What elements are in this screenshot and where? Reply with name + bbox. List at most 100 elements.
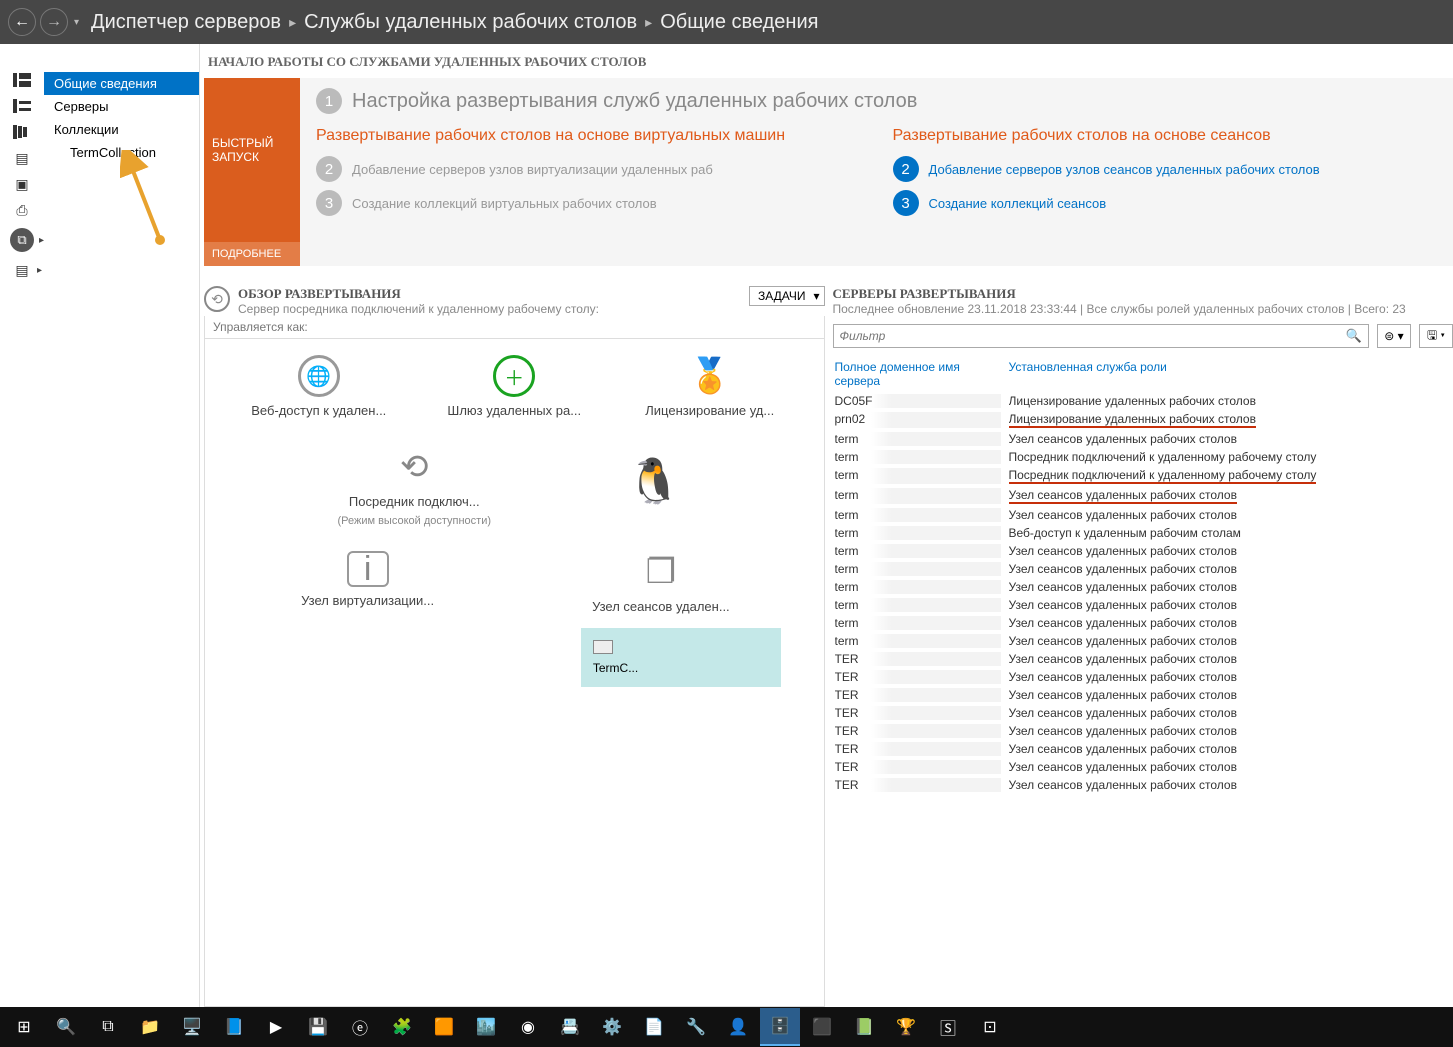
view-options-dropdown[interactable]: ⊜ ▾ — [1377, 324, 1411, 348]
taskbar-app-1[interactable]: 🖥️ — [172, 1008, 212, 1046]
table-row[interactable]: TERУзел сеансов удаленных рабочих столов — [833, 686, 1453, 704]
table-row[interactable]: DC05FЛицензирование удаленных рабочих ст… — [833, 392, 1453, 410]
role-icon-1[interactable]: ▤ — [12, 150, 32, 166]
nav-termcollection[interactable]: TermCollection — [44, 141, 199, 164]
crumb-app[interactable]: Диспетчер серверов — [91, 11, 281, 34]
crumb-page[interactable]: Общие сведения — [660, 11, 818, 34]
breadcrumb[interactable]: Диспетчер серверов ▸ Службы удаленных ра… — [91, 11, 818, 34]
taskbar-app-11[interactable]: 👤 — [718, 1008, 758, 1046]
refresh-icon[interactable]: ⟲ — [204, 286, 230, 312]
step-3b[interactable]: Создание коллекций сеансов — [929, 196, 1107, 211]
collection-box[interactable]: TermC... — [581, 628, 781, 687]
node-licensing[interactable]: 🏅Лицензирование уд... — [630, 355, 790, 418]
rds-role-icon[interactable]: ⧉ — [10, 228, 34, 252]
taskbar-app-16[interactable]: ⊡ — [970, 1008, 1010, 1046]
nav-overview[interactable]: Общие сведения — [44, 72, 199, 95]
taskbar-app-4[interactable]: 🧩 — [382, 1008, 422, 1046]
powershell-icon[interactable]: ▶ — [256, 1008, 296, 1046]
forward-button[interactable]: → — [40, 8, 68, 36]
tile-more[interactable]: ПОДРОБНЕЕ — [204, 242, 300, 266]
quickstart-tile[interactable]: БЫСТРЫЙ ЗАПУСК ПОДРОБНЕЕ — [204, 78, 300, 266]
node-session-host[interactable]: ❐Узел сеансов удален... TermC... — [581, 551, 741, 687]
plus-icon: ＋ — [493, 355, 535, 397]
table-row[interactable]: TERУзел сеансов удаленных рабочих столов — [833, 704, 1453, 722]
taskbar-app-3[interactable]: 💾 — [298, 1008, 338, 1046]
nav-collections[interactable]: Коллекции — [44, 118, 199, 141]
cell-server: TER — [835, 760, 1001, 774]
task-view-button[interactable]: ⧉ — [88, 1008, 128, 1046]
table-row[interactable]: termПосредник подключений к удаленному р… — [833, 448, 1453, 466]
filter-input-wrap[interactable]: 🔍 — [833, 324, 1370, 348]
table-row[interactable]: termУзел сеансов удаленных рабочих столо… — [833, 486, 1453, 506]
table-row[interactable]: termВеб-доступ к удаленным рабочим стола… — [833, 524, 1453, 542]
step-2a[interactable]: Добавление серверов узлов виртуализации … — [352, 162, 713, 177]
table-row[interactable]: termУзел сеансов удаленных рабочих столо… — [833, 578, 1453, 596]
table-row[interactable]: TERУзел сеансов удаленных рабочих столов — [833, 722, 1453, 740]
table-row[interactable]: TERУзел сеансов удаленных рабочих столов — [833, 776, 1453, 794]
table-row[interactable]: termУзел сеансов удаленных рабочих столо… — [833, 596, 1453, 614]
taskbar-app-12[interactable]: ⬛ — [802, 1008, 842, 1046]
taskbar-app-5[interactable]: 🟧 — [424, 1008, 464, 1046]
chrome-icon[interactable]: ◉ — [508, 1008, 548, 1046]
step-2b[interactable]: Добавление серверов узлов сеансов удален… — [929, 162, 1320, 177]
search-button[interactable]: 🔍 — [46, 1008, 86, 1046]
node-gateway[interactable]: ＋Шлюз удаленных ра... — [434, 355, 594, 418]
filter-input[interactable] — [834, 325, 1340, 347]
server-manager-icon[interactable]: 🗄️ — [760, 1008, 800, 1046]
table-row[interactable]: TERУзел сеансов удаленных рабочих столов — [833, 740, 1453, 758]
table-row[interactable]: termУзел сеансов удаленных рабочих столо… — [833, 430, 1453, 448]
taskbar[interactable]: ⊞ 🔍 ⧉ 📁 🖥️ 📘 ▶ 💾 ⓔ 🧩 🟧 🏙️ ◉ 📇 ⚙️ 📄 🔧 👤 🗄… — [0, 1007, 1453, 1047]
table-row[interactable]: termУзел сеансов удаленных рабочих столо… — [833, 506, 1453, 524]
node-virt-host[interactable]: iУзел виртуализации... — [288, 551, 448, 687]
tasks-dropdown[interactable]: ЗАДАЧИ — [749, 286, 824, 306]
nav-servers[interactable]: Серверы — [44, 95, 199, 118]
vm-deploy-title[interactable]: Развертывание рабочих столов на основе в… — [316, 126, 861, 146]
taskbar-app-6[interactable]: 🏙️ — [466, 1008, 506, 1046]
servers-sub: Последнее обновление 23.11.2018 23:33:44… — [833, 302, 1453, 316]
cell-role: Узел сеансов удаленных рабочих столов — [1009, 580, 1452, 594]
table-row[interactable]: termПосредник подключений к удаленному р… — [833, 466, 1453, 486]
table-row[interactable]: termУзел сеансов удаленных рабочих столо… — [833, 632, 1453, 650]
save-options-dropdown[interactable]: 🖫 ▾ — [1419, 324, 1453, 348]
taskbar-app-8[interactable]: ⚙️ — [592, 1008, 632, 1046]
node-broker[interactable]: ⟲Посредник подключ...(Режим высокой дост… — [334, 446, 494, 527]
taskbar-app-9[interactable]: 📄 — [634, 1008, 674, 1046]
start-button[interactable]: ⊞ — [4, 1008, 44, 1046]
session-deploy-title[interactable]: Развертывание рабочих столов на основе с… — [893, 126, 1438, 146]
cell-role: Узел сеансов удаленных рабочих столов — [1009, 562, 1452, 576]
taskbar-app-2[interactable]: 📘 — [214, 1008, 254, 1046]
cell-server: prn02 — [835, 412, 1001, 428]
table-row[interactable]: termУзел сеансов удаленных рабочих столо… — [833, 614, 1453, 632]
table-row[interactable]: TERУзел сеансов удаленных рабочих столов — [833, 668, 1453, 686]
taskbar-app-14[interactable]: 🏆 — [886, 1008, 926, 1046]
all-servers-icon[interactable] — [12, 124, 32, 140]
explorer-icon[interactable]: 📁 — [130, 1008, 170, 1046]
dashboard-icon[interactable] — [12, 72, 32, 88]
crumb-role[interactable]: Службы удаленных рабочих столов — [304, 11, 637, 34]
local-server-icon[interactable] — [12, 98, 32, 114]
back-button[interactable]: ← — [8, 8, 36, 36]
history-dropdown[interactable]: ▾ — [74, 17, 79, 28]
table-row[interactable]: TERУзел сеансов удаленных рабочих столов — [833, 650, 1453, 668]
printer-icon[interactable]: ⎙ — [12, 202, 32, 218]
ie-icon[interactable]: ⓔ — [340, 1008, 380, 1046]
step-3a[interactable]: Создание коллекций виртуальных рабочих с… — [352, 196, 657, 211]
cell-server: term — [835, 634, 1001, 648]
table-header[interactable]: Полное доменное имя сервера Установленна… — [833, 354, 1453, 392]
col-role[interactable]: Установленная служба роли — [1009, 360, 1167, 388]
node-web-access[interactable]: 🌐Веб-доступ к удален... — [239, 355, 399, 418]
table-row[interactable]: termУзел сеансов удаленных рабочих столо… — [833, 542, 1453, 560]
table-row[interactable]: prn02Лицензирование удаленных рабочих ст… — [833, 410, 1453, 430]
table-row[interactable]: termУзел сеансов удаленных рабочих столо… — [833, 560, 1453, 578]
col-fqdn[interactable]: Полное доменное имя сервера — [835, 360, 1001, 388]
server-list[interactable]: DC05FЛицензирование удаленных рабочих ст… — [833, 392, 1453, 1007]
taskbar-app-15[interactable]: 🅂 — [928, 1008, 968, 1046]
role-icon-2[interactable]: ▣ — [12, 176, 32, 192]
role-icon-3[interactable]: ▤▸ — [12, 262, 32, 278]
taskbar-app-10[interactable]: 🔧 — [676, 1008, 716, 1046]
table-row[interactable]: TERУзел сеансов удаленных рабочих столов — [833, 758, 1453, 776]
taskbar-app-7[interactable]: 📇 — [550, 1008, 590, 1046]
taskbar-app-13[interactable]: 📗 — [844, 1008, 884, 1046]
quickstart-panel: БЫСТРЫЙ ЗАПУСК ПОДРОБНЕЕ 1 Настройка раз… — [204, 78, 1453, 266]
search-icon[interactable]: 🔍 — [1340, 328, 1368, 344]
